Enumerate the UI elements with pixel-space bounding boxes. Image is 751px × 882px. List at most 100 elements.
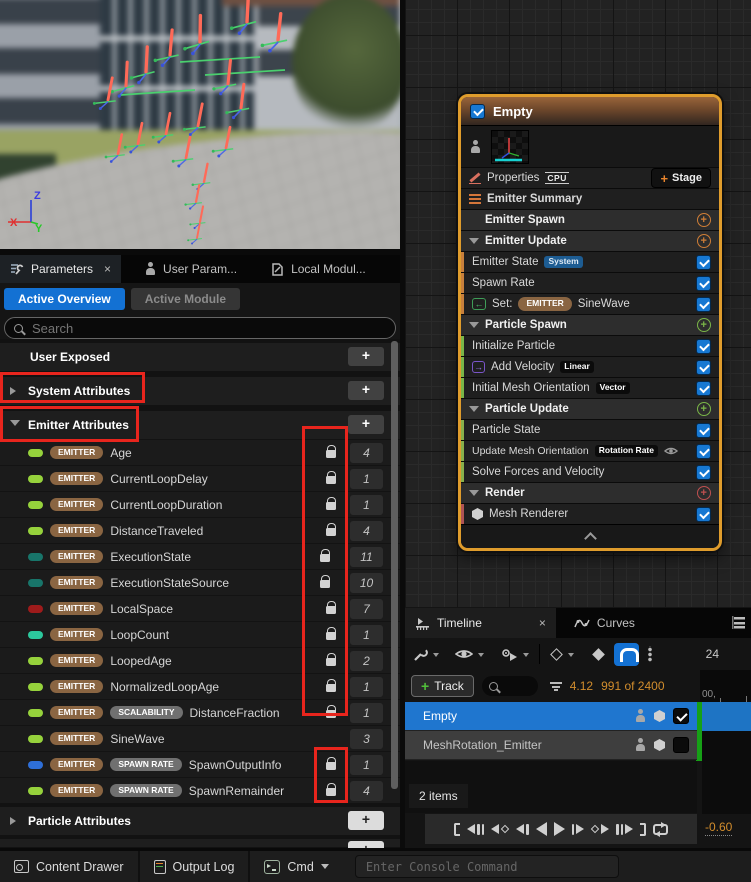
module-enabled-checkbox[interactable]	[696, 465, 711, 480]
module-solve-forces[interactable]: Solve Forces and Velocity	[461, 461, 719, 482]
track-enabled-checkbox[interactable]	[673, 737, 689, 753]
track-row-empty[interactable]: Empty	[405, 702, 697, 731]
properties-row[interactable]: Properties CPU Stage	[461, 167, 719, 188]
module-enabled-checkbox[interactable]	[696, 423, 711, 438]
parameter-row[interactable]: EMITTER LoopedAge 2	[0, 647, 400, 673]
chevron-down-icon[interactable]	[523, 653, 529, 660]
add-parameter-button[interactable]	[348, 415, 384, 434]
sequencer-icon[interactable]	[732, 616, 745, 629]
add-module-icon[interactable]	[697, 234, 711, 248]
module-enabled-checkbox[interactable]	[696, 360, 711, 375]
active-overview-button[interactable]: Active Overview	[4, 288, 125, 310]
parameter-row[interactable]: EMITTER ExecutionState 11	[0, 543, 400, 569]
chevron-down-icon[interactable]	[469, 238, 479, 249]
module-enabled-checkbox[interactable]	[696, 339, 711, 354]
add-module-icon[interactable]	[697, 402, 711, 416]
parameter-row[interactable]: EMITTER SCALABILITY DistanceFraction 1	[0, 699, 400, 725]
module-add-velocity[interactable]: Add Velocity Linear	[461, 356, 719, 377]
emitter-node-header[interactable]: Empty	[461, 97, 719, 125]
parameter-row[interactable]: EMITTER LocalSpace 7	[0, 595, 400, 621]
parameter-row[interactable]: EMITTER NormalizedLoopAge 1	[0, 673, 400, 699]
close-icon[interactable]	[104, 262, 111, 276]
parameters-search-box[interactable]	[4, 317, 396, 339]
add-stage-button[interactable]: Stage	[651, 168, 711, 188]
group-render[interactable]: Render	[461, 482, 719, 503]
more-options-icon[interactable]	[648, 646, 652, 662]
active-module-button[interactable]: Active Module	[131, 288, 240, 310]
section-system-attributes[interactable]: System Attributes	[0, 377, 400, 405]
frame-forward-icon[interactable]	[572, 824, 585, 835]
frame-back-icon[interactable]	[516, 824, 529, 835]
module-enabled-checkbox[interactable]	[696, 276, 711, 291]
group-emitter-spawn[interactable]: Emitter Spawn	[461, 209, 719, 230]
play-icon[interactable]	[554, 822, 565, 836]
console-command-box[interactable]	[355, 855, 619, 878]
selected-track-lane[interactable]	[702, 702, 751, 731]
collapse-stack-button[interactable]	[461, 524, 719, 548]
add-parameter-button[interactable]	[348, 841, 384, 848]
person-icon[interactable]	[635, 709, 646, 723]
parameter-row[interactable]: EMITTER SPAWN RATE SpawnOutputInfo 1	[0, 751, 400, 777]
add-parameter-button[interactable]	[348, 381, 384, 400]
chevron-down-icon[interactable]	[469, 322, 479, 333]
add-renderer-icon[interactable]	[697, 486, 711, 500]
wrench-icon[interactable]	[413, 647, 428, 662]
chevron-down-icon[interactable]	[568, 653, 574, 660]
visibility-eye-icon[interactable]	[664, 446, 678, 456]
group-emitter-update[interactable]: Emitter Update	[461, 230, 719, 251]
system-overview-graph[interactable]: Empty Properties CPU Stage	[405, 0, 751, 608]
track-row-meshrotation[interactable]: MeshRotation_Emitter	[405, 731, 697, 760]
add-parameter-button[interactable]	[348, 347, 384, 366]
goto-end-icon[interactable]	[640, 823, 646, 836]
emitter-enabled-checkbox[interactable]	[470, 104, 485, 119]
module-enabled-checkbox[interactable]	[696, 297, 711, 312]
track-enabled-checkbox[interactable]	[673, 708, 689, 724]
module-enabled-checkbox[interactable]	[696, 255, 711, 270]
tab-parameters[interactable]: Parameters	[0, 255, 121, 283]
emitter-summary-row[interactable]: Emitter Summary	[461, 188, 719, 209]
parameter-row[interactable]: EMITTER Age 4	[0, 439, 400, 465]
module-enabled-checkbox[interactable]	[696, 381, 711, 396]
module-enabled-checkbox[interactable]	[696, 444, 711, 459]
step-forward-icon[interactable]	[616, 824, 633, 835]
tab-curves[interactable]: Curves	[564, 608, 645, 638]
parameter-row[interactable]: EMITTER CurrentLoopDuration 1	[0, 491, 400, 517]
scrollbar-thumb[interactable]	[391, 341, 398, 789]
module-initial-mesh-orientation[interactable]: Initial Mesh Orientation Vector	[461, 377, 719, 398]
add-module-icon[interactable]	[697, 213, 711, 227]
module-spawn-rate[interactable]: Spawn Rate	[461, 272, 719, 293]
module-mesh-renderer[interactable]: Mesh Renderer	[461, 503, 719, 524]
tab-user-parameters[interactable]: User Param...	[135, 255, 247, 283]
module-enabled-checkbox[interactable]	[696, 507, 711, 522]
filter-icon[interactable]	[550, 681, 562, 691]
eye-icon[interactable]	[455, 648, 473, 660]
module-particle-state[interactable]: Particle State	[461, 419, 719, 440]
add-module-icon[interactable]	[697, 318, 711, 332]
cmd-selector[interactable]: Cmd	[250, 851, 342, 882]
chevron-down-icon[interactable]	[478, 653, 484, 660]
track-search-box[interactable]	[482, 676, 538, 696]
parameter-row[interactable]: EMITTER SineWave 3	[0, 725, 400, 751]
section-user-exposed[interactable]: User Exposed	[0, 343, 400, 371]
current-time-value[interactable]: 4.12	[570, 679, 593, 693]
previous-key-icon[interactable]	[491, 824, 509, 834]
group-particle-spawn[interactable]: Particle Spawn	[461, 314, 719, 335]
mesh-cube-icon[interactable]	[654, 739, 665, 751]
chevron-down-icon[interactable]	[469, 490, 479, 501]
content-drawer-button[interactable]: Content Drawer	[0, 851, 140, 882]
console-command-input[interactable]	[364, 859, 610, 875]
module-emitter-state[interactable]: Emitter State System	[461, 251, 719, 272]
parameter-row[interactable]: EMITTER DistanceTraveled 4	[0, 517, 400, 543]
parameter-row[interactable]: EMITTER ExecutionStateSource 10	[0, 569, 400, 595]
add-track-button[interactable]: Track	[411, 675, 474, 697]
keyframe-diamond-icon[interactable]	[550, 648, 563, 661]
add-parameter-button[interactable]	[348, 811, 384, 830]
tab-timeline[interactable]: Timeline	[405, 608, 556, 638]
play-reverse-icon[interactable]	[536, 822, 547, 836]
add-key-icon[interactable]	[592, 648, 605, 661]
timeline-ruler[interactable]: 00,	[700, 670, 751, 702]
snap-magnet-button[interactable]	[614, 643, 639, 666]
section-emitter-attributes[interactable]: Emitter Attributes	[0, 411, 400, 439]
step-back-icon[interactable]	[467, 824, 484, 835]
module-update-mesh-orientation[interactable]: Update Mesh Orientation Rotation Rate	[461, 440, 719, 461]
